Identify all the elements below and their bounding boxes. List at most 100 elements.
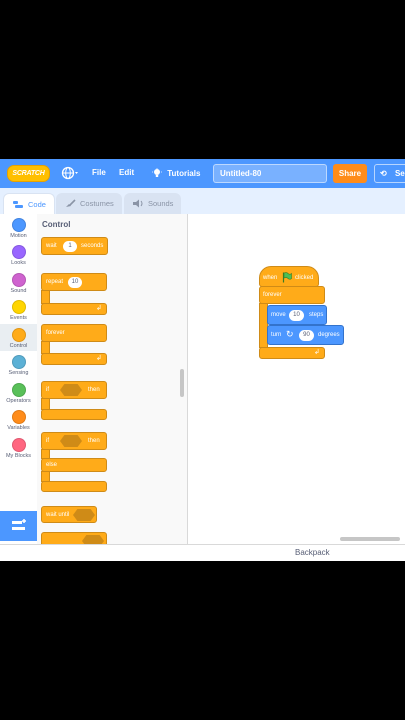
category-label: Control: [9, 343, 28, 349]
category-dot: [11, 328, 26, 342]
if-label: if: [46, 387, 49, 393]
menu-bar: SCRATCH File Edit Tutorials Untitled-80 …: [0, 159, 405, 188]
category-my-blocks[interactable]: My Blocks: [0, 434, 37, 461]
tab-code[interactable]: Code: [3, 193, 55, 214]
repeat-count-input[interactable]: 10: [68, 277, 82, 288]
if-then-bottom: [41, 409, 107, 420]
category-variables[interactable]: Variables: [0, 406, 37, 433]
condition-slot[interactable]: [82, 535, 104, 544]
turn-degrees-input[interactable]: 90: [299, 330, 314, 341]
forever-block-bottom: ↲: [41, 353, 107, 365]
loop-arrow-icon: ↲: [314, 349, 320, 356]
turn-degrees-block[interactable]: turn ↻ 90 degrees: [267, 325, 344, 345]
category-dot: [11, 410, 26, 424]
category-dot: [11, 300, 26, 314]
move-steps-block[interactable]: move 10 steps: [267, 305, 327, 325]
category-dot: [11, 245, 26, 259]
see-project-label: Se: [394, 169, 405, 178]
if-then-block[interactable]: if then: [41, 381, 107, 399]
green-flag-icon: [282, 272, 292, 283]
tutorials-label: Tutorials: [167, 169, 201, 178]
forever-block[interactable]: forever: [41, 324, 107, 342]
category-menu: Motion Looks Sound Events Control Sensin…: [0, 214, 38, 502]
loop-arrow-icon: ↲: [96, 305, 102, 312]
code-icon: [13, 201, 23, 208]
when-label: when: [263, 275, 278, 281]
category-dot: [11, 383, 26, 397]
category-dot: [11, 355, 26, 369]
speaker-icon: [133, 199, 143, 208]
forever-label: forever: [263, 292, 282, 298]
see-project-button[interactable]: ⟲ Se: [374, 164, 405, 183]
if-else-middle: else: [41, 458, 107, 472]
when-flag-clicked-block[interactable]: when clicked: [259, 266, 319, 287]
steps-label: steps: [309, 312, 324, 318]
edit-menu[interactable]: Edit: [119, 168, 134, 177]
tutorials-button[interactable]: Tutorials: [152, 168, 200, 178]
repeat-block-bottom: ↲: [41, 303, 107, 315]
category-label: Looks: [11, 260, 26, 266]
category-operators[interactable]: Operators: [0, 379, 37, 406]
wait-until-block[interactable]: wait until: [41, 506, 97, 523]
category-label: Variables: [7, 425, 30, 431]
seconds-label: seconds: [81, 243, 104, 249]
move-steps-input[interactable]: 10: [289, 310, 304, 321]
wait-until-label: wait until: [46, 512, 70, 518]
share-button[interactable]: Share: [333, 164, 367, 183]
backpack-bar[interactable]: Backpack: [0, 544, 405, 561]
degrees-label: degrees: [318, 332, 340, 338]
if-else-block[interactable]: if then: [41, 432, 107, 450]
then-label: then: [88, 438, 100, 444]
category-control[interactable]: Control: [0, 324, 37, 351]
backpack-label: Backpack: [295, 548, 330, 557]
project-title-input[interactable]: Untitled-80: [213, 164, 327, 183]
brush-icon: [66, 199, 76, 207]
repeat-block[interactable]: repeat 10: [41, 273, 107, 291]
category-label: Sound: [10, 288, 27, 294]
add-extension-button[interactable]: [0, 511, 37, 541]
category-label: My Blocks: [5, 453, 32, 459]
else-label: else: [46, 462, 58, 468]
scratch-logo[interactable]: SCRATCH: [7, 165, 50, 182]
category-dot: [11, 273, 26, 287]
condition-slot[interactable]: [60, 435, 82, 447]
wait-block[interactable]: wait 1 seconds: [41, 237, 108, 255]
file-menu[interactable]: File: [92, 168, 106, 177]
category-sensing[interactable]: Sensing: [0, 351, 37, 378]
palette-title: Control: [42, 220, 71, 229]
lightbulb-icon: [152, 168, 162, 177]
script-area[interactable]: when clicked forever ↲ move 10 steps tur…: [188, 214, 405, 544]
category-motion[interactable]: Motion: [0, 214, 37, 241]
wait-seconds-input[interactable]: 1: [63, 241, 77, 252]
globe-icon: [61, 166, 78, 180]
wait-label: wait: [46, 243, 57, 249]
tab-sounds[interactable]: Sounds: [124, 193, 181, 214]
script-area-scrollbar[interactable]: [340, 537, 400, 541]
then-label: then: [88, 387, 100, 393]
condition-slot[interactable]: [73, 509, 95, 521]
repeat-until-block[interactable]: [41, 532, 107, 544]
category-dot: [11, 218, 26, 232]
category-events[interactable]: Events: [0, 296, 37, 323]
tab-costumes-label: Costumes: [80, 199, 114, 208]
script-forever-block[interactable]: forever: [259, 286, 325, 304]
if-label: if: [46, 438, 49, 444]
tab-code-label: Code: [28, 200, 46, 209]
category-looks[interactable]: Looks: [0, 241, 37, 268]
category-sound[interactable]: Sound: [0, 269, 37, 296]
repeat-block-arm: [41, 290, 50, 304]
repeat-label: repeat: [46, 279, 64, 285]
condition-slot[interactable]: [60, 384, 82, 396]
category-label: Operators: [6, 398, 31, 404]
language-menu[interactable]: [61, 165, 79, 181]
category-label: Events: [10, 315, 27, 321]
tab-costumes[interactable]: Costumes: [56, 193, 122, 214]
editor-tabs: Code Costumes Sounds: [0, 188, 405, 214]
loop-arrow-icon: ↲: [96, 355, 102, 362]
if-else-bottom: [41, 481, 107, 492]
category-label: Sensing: [8, 370, 29, 376]
move-label: move: [271, 312, 286, 318]
clicked-label: clicked: [295, 275, 314, 281]
extension-icon: [12, 519, 26, 530]
palette-scrollbar[interactable]: [180, 369, 184, 397]
